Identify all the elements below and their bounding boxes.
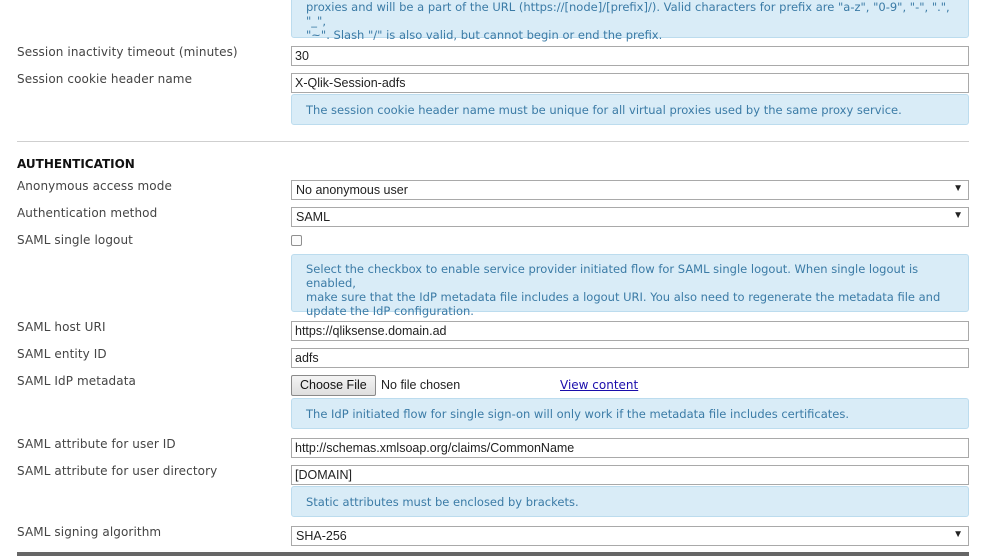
signing-algorithm-value: SHA-256 [296, 529, 347, 543]
prefix-info-line-2: "~". Slash "/" is also valid, but cannot… [306, 28, 663, 42]
single-logout-info-box: Select the checkbox to enable service pr… [291, 254, 969, 318]
session-cookie-label: Session cookie header name [17, 72, 193, 86]
chevron-down-icon: ▼ [953, 210, 963, 221]
user-directory-info-text: Static attributes must be enclosed by br… [306, 495, 579, 509]
saml-entity-value: adfs [295, 351, 319, 365]
session-timeout-value: 30 [295, 49, 309, 63]
authentication-heading: AUTHENTICATION [17, 157, 135, 171]
metadata-info-text: The IdP initiated flow for single sign-o… [306, 407, 850, 421]
single-logout-info-line-1: Select the checkbox to enable service pr… [306, 262, 919, 290]
auth-method-label: Authentication method [17, 206, 158, 220]
auth-method-value: SAML [296, 210, 331, 224]
single-logout-info-line-3: update the IdP configuration. [306, 304, 474, 318]
anonymous-access-select[interactable]: No anonymous user ▼ [291, 180, 969, 200]
user-directory-attribute-label: SAML attribute for user directory [17, 464, 218, 478]
session-cookie-input[interactable]: X-Qlik-Session-adfs [291, 73, 969, 93]
anonymous-access-label: Anonymous access mode [17, 179, 172, 193]
signing-algorithm-select[interactable]: SHA-256 ▼ [291, 526, 969, 546]
cookie-info-text: The session cookie header name must be u… [306, 103, 902, 117]
user-id-attribute-input[interactable]: http://schemas.xmlsoap.org/claims/Common… [291, 438, 969, 458]
metadata-info-box: The IdP initiated flow for single sign-o… [291, 398, 969, 429]
saml-metadata-label: SAML IdP metadata [17, 374, 136, 388]
session-timeout-label: Session inactivity timeout (minutes) [17, 45, 238, 59]
single-logout-label: SAML single logout [17, 233, 133, 247]
saml-entity-label: SAML entity ID [17, 347, 107, 361]
anonymous-access-value: No anonymous user [296, 183, 408, 197]
prefix-info-box: proxies and will be a part of the URL (h… [291, 0, 969, 42]
choose-file-button[interactable]: Choose File [291, 375, 376, 396]
session-cookie-value: X-Qlik-Session-adfs [295, 76, 406, 90]
user-id-attribute-value: http://schemas.xmlsoap.org/claims/Common… [295, 441, 575, 455]
chevron-down-icon: ▼ [953, 183, 963, 194]
saml-host-label: SAML host URI [17, 320, 106, 334]
user-directory-attribute-value: [DOMAIN] [295, 468, 352, 482]
saml-host-value: https://qliksense.domain.ad [295, 324, 447, 338]
section-divider [17, 141, 969, 142]
chevron-down-icon: ▼ [953, 529, 963, 540]
saml-entity-input[interactable]: adfs [291, 348, 969, 368]
saml-host-input[interactable]: https://qliksense.domain.ad [291, 321, 969, 341]
user-id-attribute-label: SAML attribute for user ID [17, 437, 176, 451]
single-logout-checkbox[interactable] [291, 235, 302, 246]
user-directory-attribute-input[interactable]: [DOMAIN] [291, 465, 969, 485]
view-content-link[interactable]: View content [560, 378, 638, 392]
no-file-chosen-text: No file chosen [381, 378, 461, 392]
user-directory-info-box: Static attributes must be enclosed by br… [291, 486, 969, 517]
signing-algorithm-label: SAML signing algorithm [17, 525, 162, 539]
session-timeout-input[interactable]: 30 [291, 46, 969, 66]
single-logout-info-line-2: make sure that the IdP metadata file inc… [306, 290, 941, 304]
cookie-info-box: The session cookie header name must be u… [291, 94, 969, 125]
prefix-info-line-1: proxies and will be a part of the URL (h… [306, 0, 950, 28]
bottom-divider [17, 552, 969, 556]
auth-method-select[interactable]: SAML ▼ [291, 207, 969, 227]
